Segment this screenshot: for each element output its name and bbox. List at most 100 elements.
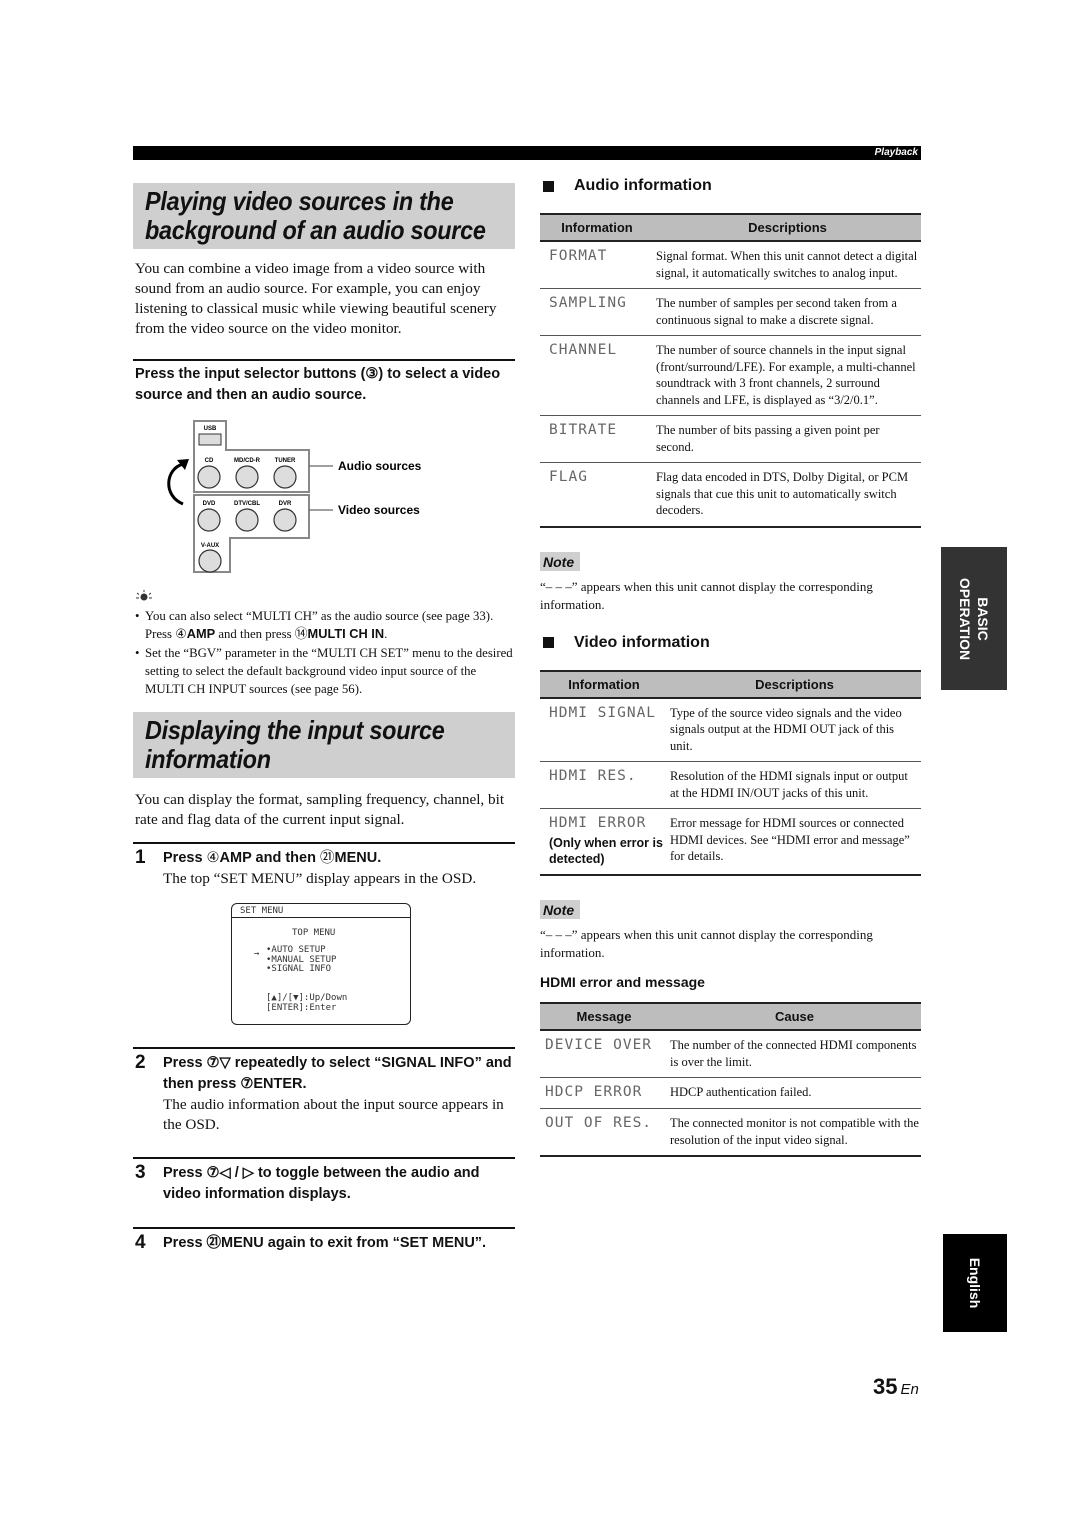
step-title: Press ④AMP and then ㉑MENU. <box>163 844 515 869</box>
table-row: SAMPLING The number of samples per second… <box>540 288 921 336</box>
table-row: HDCP ERROR HDCP authentication failed. <box>540 1077 921 1109</box>
step-text: . <box>377 850 382 866</box>
step-number: 3 <box>135 1162 146 1183</box>
video-info-heading: Video information <box>540 632 921 654</box>
info-name: CHANNEL <box>540 335 654 416</box>
square-bullet-icon <box>543 180 554 192</box>
tip-item: Set the “BGV” parameter in the “MULTI CH… <box>133 644 515 698</box>
osd-key-hints: [▲]/[▼]:Up/Down [ENTER]:Enter <box>266 993 347 1013</box>
section-title: Displaying the input source information <box>145 716 503 774</box>
tuner-button <box>273 465 297 489</box>
info-name: BITRATE <box>540 415 654 463</box>
info-condition: (Only when error is detected) <box>549 836 663 866</box>
info-desc: Flag data encoded in DTS, Dolby Digital,… <box>656 470 909 517</box>
vaux-button <box>198 549 222 573</box>
step-number: 1 <box>135 847 146 868</box>
side-tab-english[interactable]: English <box>943 1234 1007 1332</box>
osd-set-menu-display: SET MENU TOP MENU → •AUTO SETUP •MANUAL … <box>231 903 411 1025</box>
btn-label-tuner: TUNER <box>275 458 296 464</box>
step-body: The top “SET MENU” display appears in th… <box>163 870 477 887</box>
divider <box>133 359 515 361</box>
usb-label: USB <box>204 426 217 432</box>
side-tab-label: English <box>967 1257 983 1309</box>
osd-menu-items: •AUTO SETUP •MANUAL SETUP •SIGNAL INFO <box>266 945 336 975</box>
audio-sources-label: Audio sources <box>338 459 422 473</box>
osd-heading: TOP MENU <box>292 928 336 938</box>
info-desc: The number of source channels in the inp… <box>654 335 921 416</box>
square-bullet-icon <box>543 637 554 648</box>
step-title: Press ㉑MENU again to exit from “SET MENU… <box>163 1235 487 1251</box>
mdcdr-button <box>235 465 259 489</box>
column-header: Cause <box>668 1003 921 1031</box>
heading-text: Video information <box>574 633 710 651</box>
error-message: HDCP ERROR <box>540 1077 668 1109</box>
title-line-2: information <box>145 744 271 774</box>
step-4: 4 Press ㉑MENU again to exit from “SET ME… <box>133 1229 515 1254</box>
tip-text: . <box>384 627 388 641</box>
side-tab-label: BASIC OPERATION <box>956 577 992 659</box>
step-title: Press ⑦▽ repeatedly to select “SIGNAL IN… <box>163 1055 512 1092</box>
usb-button <box>198 433 222 446</box>
column-header: Information <box>540 214 654 242</box>
info-name: HDMI RES. <box>540 761 668 809</box>
table-row: OUT OF RES. The connected monitor is not … <box>540 1109 921 1157</box>
title-line-2: background of an audio source <box>145 215 486 245</box>
table-row: DEVICE OVER The number of the connected H… <box>540 1030 921 1078</box>
intro-paragraph: You can combine a video image from a vid… <box>135 260 497 337</box>
audio-info-table: Information Descriptions FORMAT Signal fo… <box>540 213 921 528</box>
page-language-suffix: En <box>900 1381 919 1398</box>
cd-button <box>197 465 221 489</box>
error-message: OUT OF RES. <box>545 1115 653 1131</box>
audio-info-heading: Audio information <box>540 175 921 197</box>
info-name-cell: HDMI ERROR (Only when error is detected) <box>540 809 668 876</box>
tips-list: You can also select “MULTI CH” as the au… <box>133 607 515 698</box>
error-message: DEVICE OVER <box>540 1030 668 1078</box>
section-label: Playback <box>874 147 918 158</box>
tip-text: and then press <box>215 627 295 641</box>
info-name: SAMPLING <box>540 288 654 336</box>
circled-number: ④ <box>206 850 220 866</box>
info-name: FLAG <box>549 469 588 485</box>
hdmi-error-heading: HDMI error and message <box>540 974 705 990</box>
btn-label-vaux: V-AUX <box>201 543 219 549</box>
table-row: BITRATE The number of bits passing a give… <box>540 415 921 463</box>
step-title: Press ⑦◁ / ▷ to toggle between the audio… <box>163 1165 480 1202</box>
right-column: Audio information Information Descriptio… <box>540 175 921 1157</box>
left-column: Playing video sources in the background … <box>133 183 515 1254</box>
dtvcbl-button <box>235 508 259 532</box>
column-header: Descriptions <box>668 670 921 699</box>
video-sources-label: Video sources <box>338 503 420 517</box>
info-name: HDMI ERROR <box>549 815 647 831</box>
step-3: 3 Press ⑦◁ / ▷ to toggle between the aud… <box>133 1159 515 1205</box>
key-multi-ch-in: MULTI CH IN <box>307 626 385 641</box>
title-line-1: Displaying the input source <box>145 715 445 745</box>
side-tab-basic-operation[interactable]: BASIC OPERATION <box>941 547 1007 690</box>
page-number-value: 35 <box>873 1374 898 1399</box>
table-row: FORMAT Signal format. When this unit cann… <box>540 241 921 289</box>
step-number: 4 <box>135 1232 146 1253</box>
osd-item-signal-info: •SIGNAL INFO <box>266 964 332 974</box>
info-desc: Error message for HDMI sources or connec… <box>670 816 910 863</box>
video-info-table: Information Descriptions HDMI SIGNAL Type… <box>540 669 921 876</box>
table-row: HDMI RES. Resolution of the HDMI signals … <box>540 761 921 809</box>
step-body: The audio information about the input so… <box>163 1096 504 1133</box>
btn-label-dvr: DVR <box>279 501 292 507</box>
lightbulb-hint-icon <box>133 589 515 605</box>
table-row: CHANNEL The number of source channels in … <box>540 335 921 416</box>
column-header: Descriptions <box>654 214 921 242</box>
key-amp: AMP <box>186 626 216 641</box>
dvr-button <box>273 508 297 532</box>
step-number: 2 <box>135 1052 146 1073</box>
step-text: Press <box>163 850 207 866</box>
column-header: Message <box>540 1003 668 1031</box>
table-row: HDMI ERROR (Only when error is detected)… <box>540 809 921 876</box>
circled-number: ④ <box>175 627 187 642</box>
step-text: and then <box>251 850 320 866</box>
error-cause: HDCP authentication failed. <box>668 1077 921 1109</box>
selector-panel-illustration: USB CD MD/CD-R TUNER DVD DTV/CBL DVR V-A… <box>167 420 422 573</box>
section-heading-background-video: Playing video sources in the background … <box>133 183 515 249</box>
key-amp: AMP <box>219 850 252 866</box>
error-cause: The connected monitor is not compatible … <box>670 1116 919 1147</box>
instruction-text: Press the input selector buttons (③) to … <box>135 366 501 403</box>
hdmi-error-table: Message Cause DEVICE OVER The number of t… <box>540 1002 921 1157</box>
